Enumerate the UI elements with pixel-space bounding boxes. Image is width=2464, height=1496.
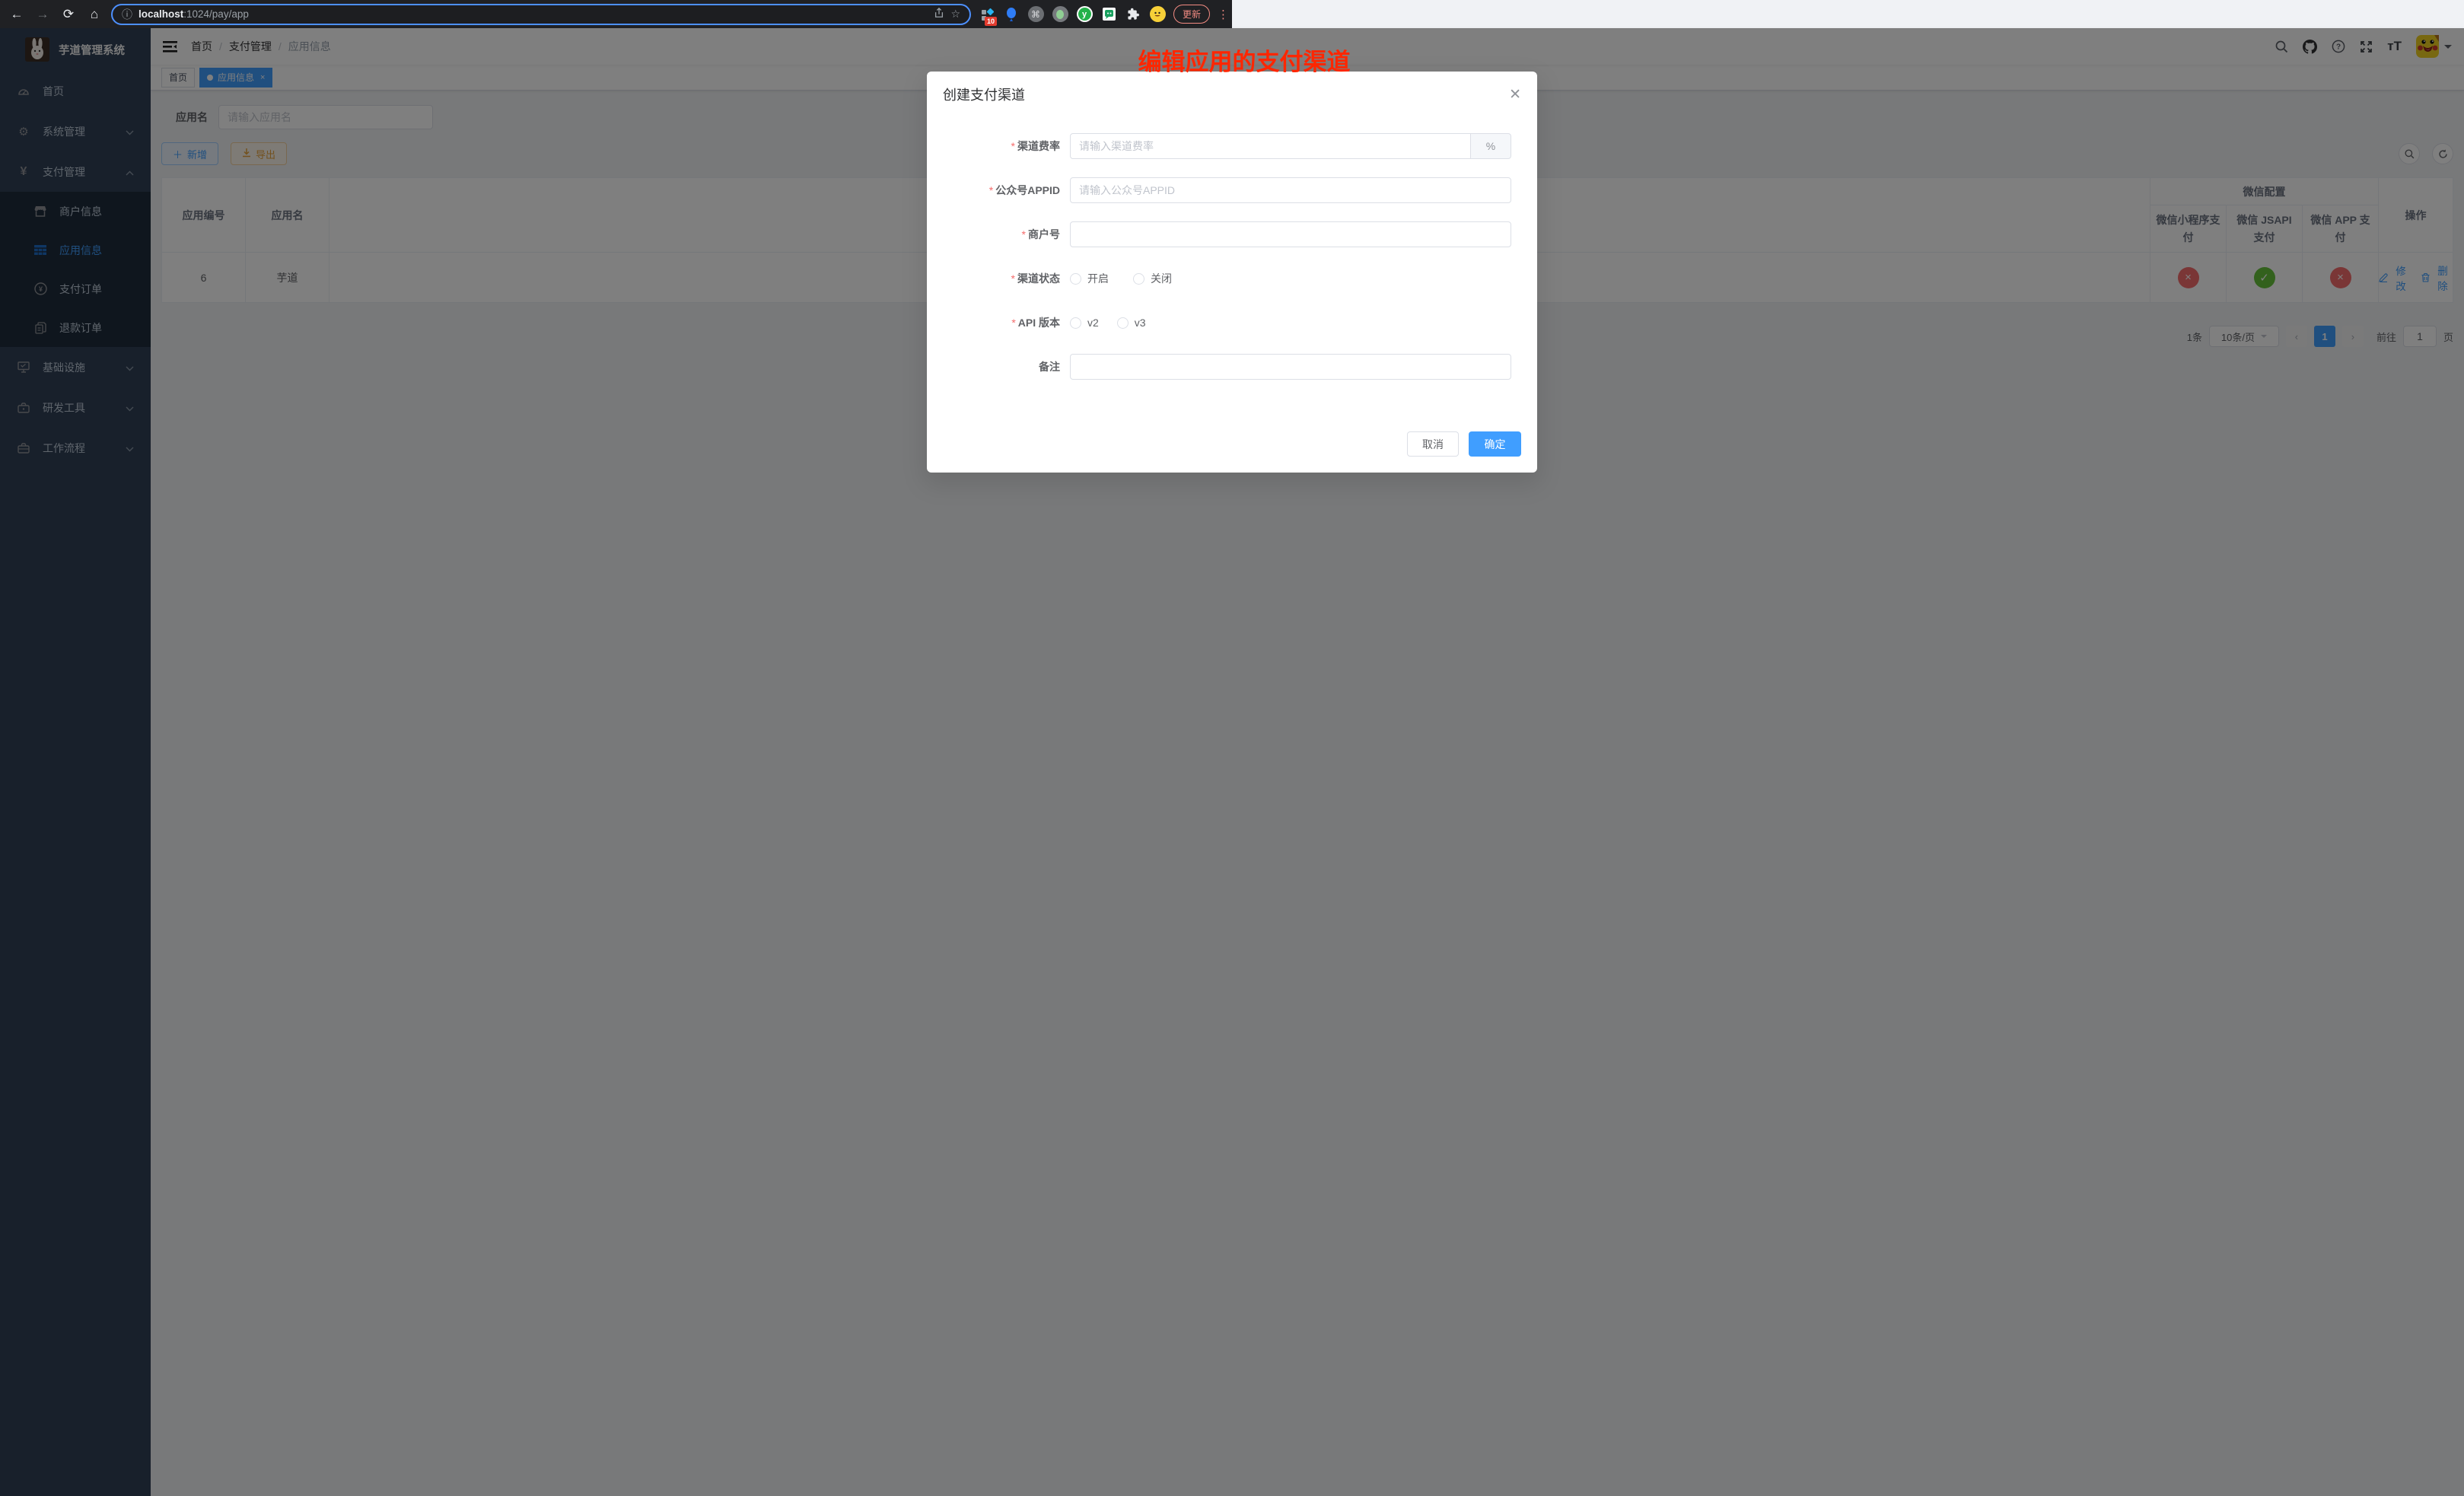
dialog-header: 创建支付渠道 ✕: [927, 84, 1537, 104]
browser-back-icon[interactable]: ←: [8, 5, 26, 24]
browser-reload-icon[interactable]: ⟳: [59, 5, 78, 24]
extension-grey-dot-icon[interactable]: [1052, 6, 1068, 23]
extension-command-icon[interactable]: ⌘: [1027, 6, 1044, 23]
official-appid-input[interactable]: [1070, 177, 1511, 203]
url-host: localhost: [138, 8, 183, 20]
extension-chat-icon[interactable]: [1100, 6, 1117, 23]
field-channel-status: *渠道状态 开启 关闭: [927, 256, 1537, 301]
annotation-text: 编辑应用的支付渠道: [1138, 43, 1351, 77]
field-remark: 备注: [927, 345, 1537, 389]
required-asterisk: *: [1011, 272, 1015, 285]
required-asterisk: *: [1011, 140, 1015, 152]
radio-circle-icon: [1070, 317, 1081, 329]
browser-update-button[interactable]: 更新: [1173, 5, 1210, 24]
remark-input[interactable]: [1070, 354, 1511, 380]
required-asterisk: *: [989, 184, 993, 196]
radio-api-v2[interactable]: v2: [1070, 317, 1099, 329]
url-bar[interactable]: ⓘ localhost :1024/pay/app ☆: [111, 4, 971, 25]
share-icon[interactable]: [934, 8, 944, 21]
radio-status-on[interactable]: 开启: [1070, 271, 1109, 286]
required-asterisk: *: [1022, 228, 1026, 240]
extension-balloon-icon[interactable]: [1003, 6, 1020, 23]
browser-home-icon[interactable]: ⌂: [85, 5, 103, 24]
dialog-title: 创建支付渠道: [943, 84, 1025, 104]
extensions-puzzle-icon[interactable]: [1125, 6, 1141, 23]
radio-status-off[interactable]: 关闭: [1133, 271, 1172, 286]
create-pay-channel-dialog: 创建支付渠道 ✕ *渠道费率 % *公众号APPID *: [927, 72, 1537, 473]
field-api-version: *API 版本 v2 v3: [927, 301, 1537, 345]
confirm-button[interactable]: 确定: [1469, 431, 1521, 457]
browser-menu-icon[interactable]: ⋮: [1218, 8, 1229, 21]
profile-avatar-icon[interactable]: [1149, 6, 1166, 23]
extension-y-icon[interactable]: y: [1076, 6, 1093, 23]
close-icon[interactable]: ✕: [1509, 88, 1521, 102]
cancel-button[interactable]: 取消: [1407, 431, 1459, 457]
url-path: :1024/pay/app: [183, 8, 249, 20]
app-window: 芋道管理系统 首页 ⚙ 系统管理 ¥ 支付管理 商户信息: [0, 28, 2464, 1496]
dialog-footer: 取消 确定: [1407, 431, 1521, 457]
percent-suffix: %: [1471, 133, 1511, 159]
radio-circle-icon: [1117, 317, 1129, 329]
extension-blocks-icon[interactable]: 10: [979, 6, 995, 23]
radio-circle-icon: [1133, 273, 1144, 285]
required-asterisk: *: [1011, 317, 1015, 329]
field-official-appid: *公众号APPID: [927, 168, 1537, 212]
radio-api-v3[interactable]: v3: [1117, 317, 1146, 329]
extension-badge: 10: [985, 17, 997, 26]
field-channel-rate: *渠道费率 %: [927, 124, 1537, 168]
merchant-id-input[interactable]: [1070, 221, 1511, 247]
radio-circle-icon: [1070, 273, 1081, 285]
browser-chrome: ← → ⟳ ⌂ ⓘ localhost :1024/pay/app ☆ 10 ⌘…: [0, 0, 1232, 28]
dialog-form: *渠道费率 % *公众号APPID *商户号: [927, 124, 1537, 389]
browser-forward-icon[interactable]: →: [33, 5, 52, 24]
field-merchant-id: *商户号: [927, 212, 1537, 256]
channel-rate-input[interactable]: [1070, 133, 1471, 159]
bookmark-star-icon[interactable]: ☆: [950, 8, 960, 21]
page-info-icon[interactable]: ⓘ: [122, 7, 132, 22]
